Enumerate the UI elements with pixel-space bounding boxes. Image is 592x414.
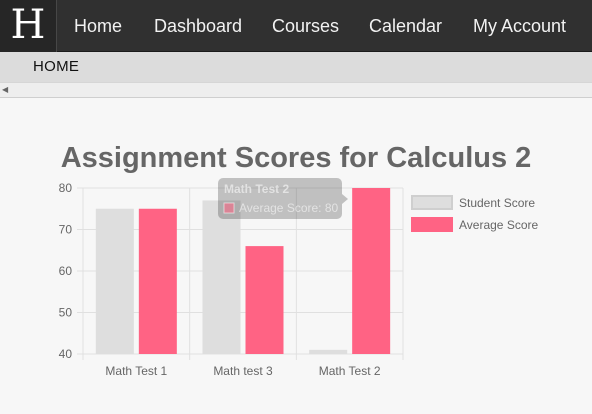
bar-chart: 40 50 60 70 80 Math Test 1 Math test 3 Math Tes…	[59, 178, 538, 378]
legend-swatch	[411, 195, 453, 210]
y-tick-label: 60	[59, 264, 73, 278]
bar-average	[245, 246, 284, 354]
x-tick-label: Math test 3	[213, 364, 273, 378]
bar-student	[309, 349, 348, 354]
x-tick-label: Math Test 1	[105, 364, 167, 378]
tooltip-value: Average Score: 80	[239, 201, 339, 215]
tooltip-swatch	[223, 202, 235, 214]
tooltip-title: Math Test 2	[224, 182, 289, 196]
bar-average	[138, 208, 177, 354]
bar-student	[95, 208, 134, 354]
tooltip-caret	[342, 194, 348, 204]
bar-average	[352, 188, 391, 354]
y-tick-label: 50	[59, 306, 73, 320]
y-tick-label: 80	[59, 181, 73, 195]
y-tick-label: 70	[59, 223, 73, 237]
bar-student	[202, 200, 241, 354]
legend-swatch	[411, 217, 453, 232]
y-tick-label: 40	[59, 347, 73, 361]
legend-label: Student Score	[459, 196, 535, 210]
x-tick-label: Math Test 2	[319, 364, 381, 378]
legend-label: Average Score	[459, 218, 538, 232]
